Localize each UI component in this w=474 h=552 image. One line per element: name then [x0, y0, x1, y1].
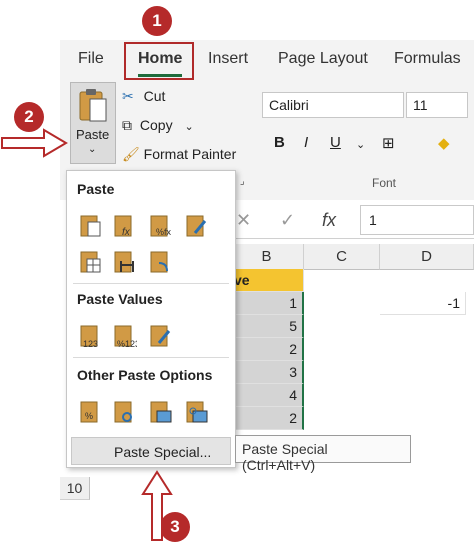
tab-file[interactable]: File [78, 50, 104, 68]
cell-b1-header[interactable]: ve [230, 269, 304, 292]
format-painter-label: Format Painter [143, 146, 237, 162]
column-header-d[interactable]: D [380, 244, 474, 270]
column-header-b[interactable]: B [230, 244, 304, 270]
underline-button[interactable]: U [330, 134, 341, 151]
home-tab-underline [138, 74, 182, 77]
keep-source-formatting-icon[interactable] [185, 213, 209, 239]
cell-b[interactable]: 4 [230, 384, 304, 407]
paste-formulas-number-formatting-icon[interactable]: %fx [149, 213, 173, 239]
formula-input[interactable]: 1 [360, 205, 474, 235]
format-painter-button[interactable]: 🖌 Format Painter [122, 146, 236, 163]
values-number-formatting-icon[interactable]: %123 [113, 323, 137, 349]
transpose-icon[interactable] [149, 249, 173, 275]
cancel-icon[interactable]: ✕ [236, 210, 251, 231]
paste-menu: Paste fx %fx Paste Values 123 %123 Other… [66, 170, 236, 468]
italic-button[interactable]: I [304, 134, 308, 151]
formatting-icon[interactable]: % [79, 399, 103, 425]
values-source-formatting-icon[interactable] [149, 323, 173, 349]
cell-b[interactable]: 2 [230, 338, 304, 361]
bold-button[interactable]: B [274, 134, 285, 151]
cell-b[interactable]: 3 [230, 361, 304, 384]
cut-label: Cut [143, 88, 166, 104]
right-arrow-icon [1, 128, 68, 158]
cell-b[interactable]: 2 [230, 407, 304, 430]
font-size-select[interactable]: 11 [406, 92, 468, 118]
paste-link-icon[interactable] [113, 399, 137, 425]
svg-text:%: % [85, 411, 93, 421]
picture-icon[interactable] [149, 399, 173, 425]
cut-button[interactable]: ✂ Cut [122, 88, 165, 105]
cell-b[interactable]: 1 [230, 292, 304, 315]
copy-chevron-icon[interactable]: ⌄ [184, 121, 193, 133]
insert-function-icon[interactable]: fx [322, 210, 336, 231]
tab-formulas[interactable]: Formulas [394, 50, 461, 68]
clipboard-dialog-launcher-icon[interactable]: ⌟ [240, 176, 245, 187]
paste-special-menu-item[interactable]: Paste Special... [71, 437, 231, 465]
menu-section-paste: Paste [77, 181, 115, 197]
menu-section-paste-values: Paste Values [77, 291, 163, 307]
paste-special-tooltip: Paste Special (Ctrl+Alt+V) [235, 435, 411, 473]
scissors-icon: ✂ [122, 88, 134, 104]
row-header-10[interactable]: 10 [60, 477, 90, 500]
cell-b[interactable]: 5 [230, 315, 304, 338]
copy-label: Copy [139, 117, 173, 133]
keep-column-widths-icon[interactable] [113, 249, 137, 275]
cell-d[interactable]: -1 [380, 292, 466, 315]
copy-button[interactable]: ⧉ Copy ⌄ [122, 117, 194, 134]
font-name-select[interactable]: Calibri [262, 92, 404, 118]
paste-label: Paste [76, 127, 110, 142]
tab-insert[interactable]: Insert [208, 50, 248, 68]
column-header-c[interactable]: C [304, 244, 380, 270]
copy-icon: ⧉ [122, 117, 132, 133]
svg-text:123: 123 [83, 339, 98, 349]
svg-text:%123: %123 [117, 339, 137, 349]
menu-section-other-paste-options: Other Paste Options [77, 367, 213, 383]
menu-separator [73, 357, 229, 358]
borders-icon[interactable]: ⊞ [382, 134, 395, 152]
paste-values-icon[interactable]: 123 [79, 323, 103, 349]
svg-text:%fx: %fx [156, 227, 172, 237]
fill-color-icon[interactable]: ◆ [438, 134, 450, 152]
paintbrush-icon: 🖌 [122, 146, 140, 162]
no-borders-icon[interactable] [79, 249, 103, 275]
tab-page-layout[interactable]: Page Layout [278, 50, 368, 68]
up-arrow-icon [141, 470, 173, 541]
paste-formulas-icon[interactable]: fx [113, 213, 137, 239]
underline-chevron-icon[interactable]: ⌄ [356, 138, 365, 151]
step-1-badge: 1 [142, 6, 172, 36]
menu-separator [73, 283, 229, 284]
paste-dropdown-chevron-icon[interactable]: ⌄ [88, 144, 96, 155]
enter-icon[interactable]: ✓ [280, 210, 295, 231]
linked-picture-icon[interactable] [185, 399, 209, 425]
paste-icon[interactable] [79, 213, 103, 239]
svg-text:fx: fx [122, 227, 131, 238]
font-group-label: Font [372, 176, 397, 190]
clipboard-icon [79, 89, 107, 122]
